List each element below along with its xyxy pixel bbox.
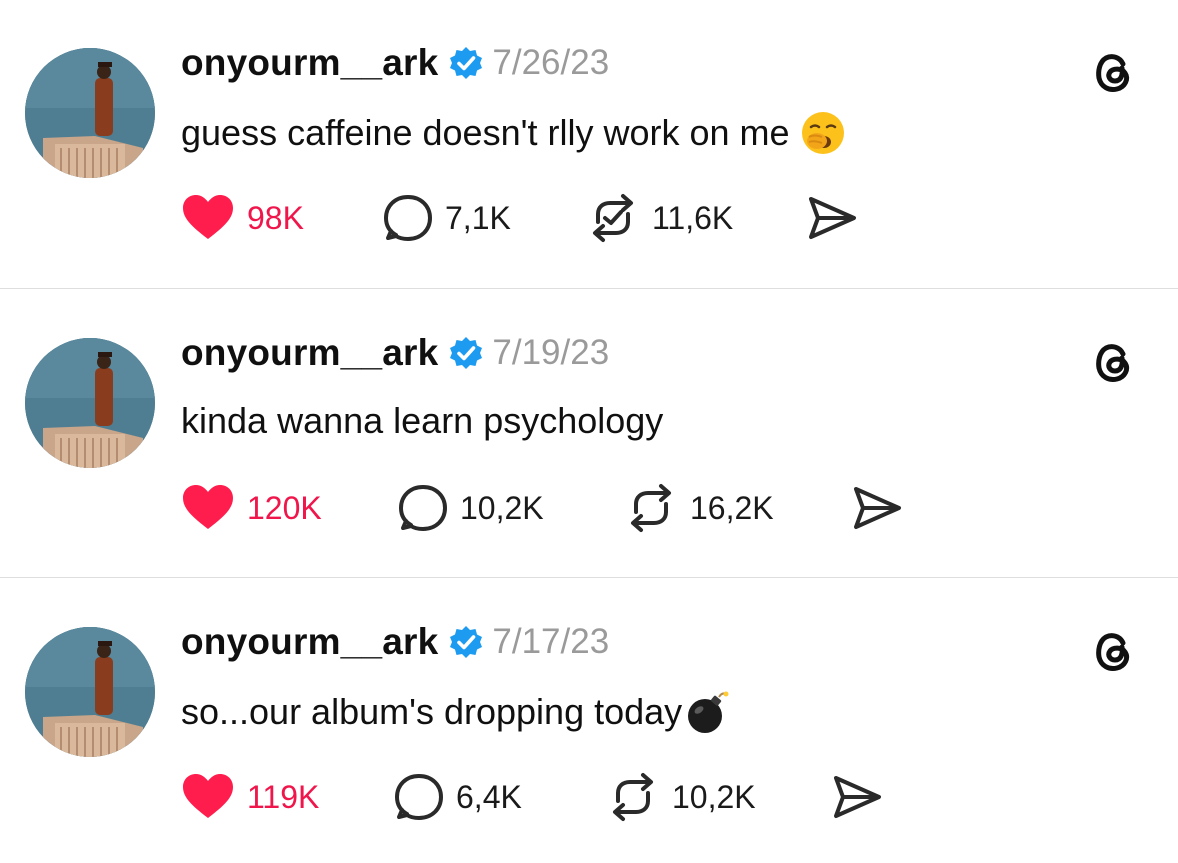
post-divider xyxy=(0,577,1178,578)
like-count: 98K xyxy=(247,199,304,236)
username[interactable]: onyourm__ark xyxy=(181,621,438,663)
post[interactable]: onyourm__ark 7/26/23 guess caffeine does… xyxy=(0,0,1178,289)
send-icon xyxy=(809,197,856,239)
avatar[interactable] xyxy=(25,48,155,178)
post[interactable]: onyourm__ark 7/19/23 kinda wanna learn p… xyxy=(0,290,1178,579)
reply-button[interactable]: 6,4K xyxy=(394,771,522,823)
username[interactable]: onyourm__ark xyxy=(181,332,438,374)
reply-count: 7,1K xyxy=(445,199,511,236)
bomb-emoji xyxy=(688,691,729,733)
action-bar: 120K 10,2K 16,2K xyxy=(181,482,1081,534)
comment-bubble-icon xyxy=(399,485,447,531)
repost-count: 11,6K xyxy=(652,199,734,236)
post[interactable]: onyourm__ark 7/17/23 so...our album's dr… xyxy=(0,579,1178,863)
like-button[interactable]: 119K xyxy=(181,771,319,823)
heart-icon xyxy=(183,485,233,529)
share-button[interactable] xyxy=(806,192,858,244)
post-text-row: so...our album's dropping today xyxy=(181,689,730,735)
heart-icon xyxy=(183,774,233,818)
post-date: 7/17/23 xyxy=(492,622,610,661)
threads-logo-icon[interactable] xyxy=(1090,627,1138,675)
share-button[interactable] xyxy=(831,771,883,823)
like-button[interactable]: 120K xyxy=(181,482,322,534)
send-icon xyxy=(834,776,881,818)
username[interactable]: onyourm__ark xyxy=(181,42,438,84)
threads-logo-icon[interactable] xyxy=(1090,48,1138,96)
reply-count: 10,2K xyxy=(460,489,544,526)
post-header: onyourm__ark 7/26/23 xyxy=(181,40,609,86)
send-icon xyxy=(854,487,901,529)
post-header: onyourm__ark 7/17/23 xyxy=(181,619,609,665)
repost-icon xyxy=(593,194,633,242)
avatar[interactable] xyxy=(25,338,155,468)
threads-feed: onyourm__ark 7/26/23 guess caffeine does… xyxy=(0,0,1178,863)
avatar[interactable] xyxy=(25,627,155,757)
like-count: 120K xyxy=(247,489,322,526)
repost-button[interactable]: 16,2K xyxy=(624,482,774,534)
action-bar: 98K 7,1K 11,6K xyxy=(181,192,1081,244)
repost-count: 16,2K xyxy=(690,489,774,526)
post-date: 7/26/23 xyxy=(492,43,610,82)
repost-icon xyxy=(631,484,671,532)
post-header: onyourm__ark 7/19/23 xyxy=(181,330,609,376)
like-button[interactable]: 98K xyxy=(181,192,304,244)
repost-icon xyxy=(613,773,653,821)
share-button[interactable] xyxy=(851,482,903,534)
post-date: 7/19/23 xyxy=(492,333,610,372)
comment-bubble-icon xyxy=(384,195,432,241)
post-text: so...our album's dropping today xyxy=(181,691,683,732)
post-text: kinda wanna learn psychology xyxy=(181,400,664,441)
reply-button[interactable]: 10,2K xyxy=(398,482,544,534)
repost-button[interactable]: 10,2K xyxy=(606,771,756,823)
repost-count: 10,2K xyxy=(672,778,756,815)
repost-button[interactable]: 11,6K xyxy=(586,192,733,244)
threads-logo-icon[interactable] xyxy=(1090,338,1138,386)
post-text-row: guess caffeine doesn't rlly work on me xyxy=(181,110,846,156)
verified-badge-icon xyxy=(450,626,483,658)
reply-count: 6,4K xyxy=(456,778,522,815)
post-divider xyxy=(0,288,1178,289)
action-bar: 119K 6,4K 10,2K xyxy=(181,771,1081,823)
like-count: 119K xyxy=(247,778,320,815)
heart-icon xyxy=(183,195,233,239)
comment-bubble-icon xyxy=(395,774,443,820)
reply-button[interactable]: 7,1K xyxy=(383,192,511,244)
verified-badge-icon xyxy=(450,337,483,369)
post-text-row: kinda wanna learn psychology xyxy=(181,400,663,442)
yawning-face-emoji xyxy=(801,112,844,154)
post-text: guess caffeine doesn't rlly work on me xyxy=(181,112,790,153)
verified-badge-icon xyxy=(450,47,483,79)
